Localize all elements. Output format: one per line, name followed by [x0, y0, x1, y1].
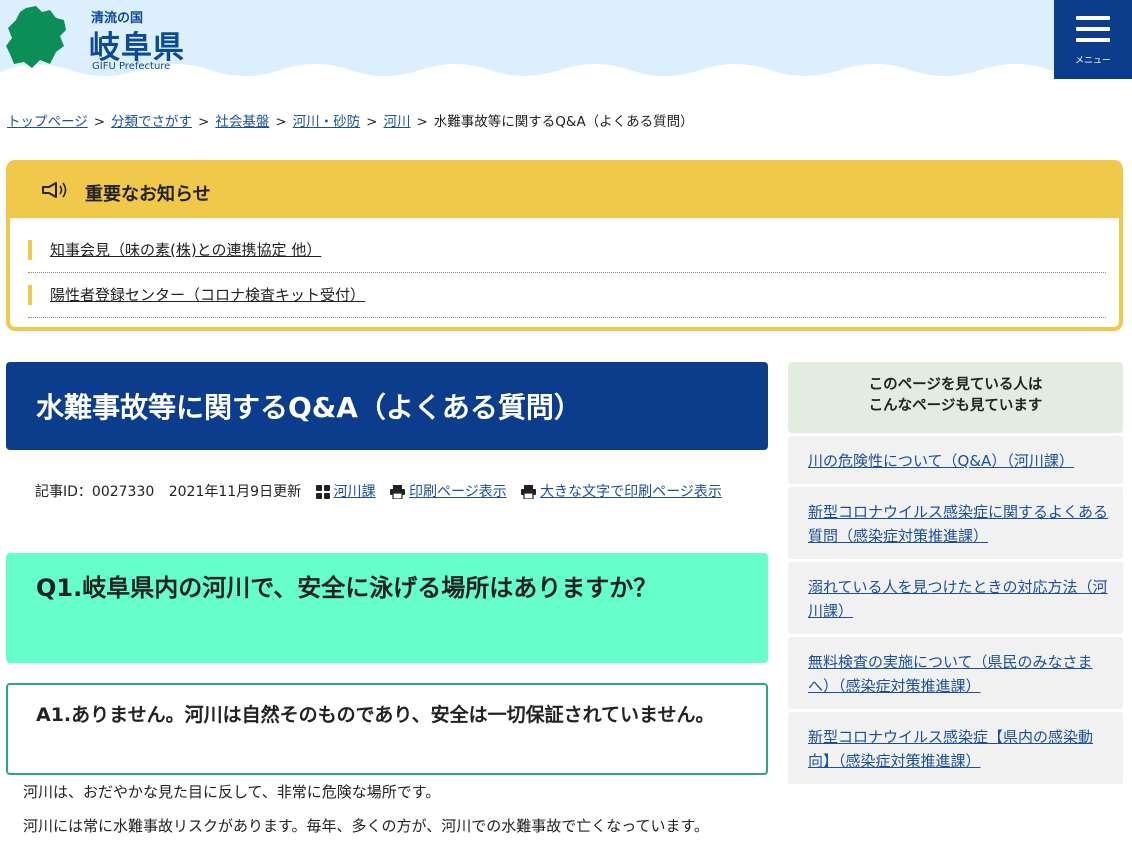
article-id: 記事ID：0027330 [35, 484, 155, 500]
hamburger-icon [1076, 16, 1110, 49]
related-pages-heading-box: このページを見ている人は こんなページも見ています [788, 362, 1123, 433]
notice-title: 重要なお知らせ [85, 184, 211, 205]
breadcrumb-separator: > [198, 114, 210, 130]
related-page-item: 無料検査の実施について（県民のみなさまへ）（感染症対策推進課） [788, 637, 1123, 709]
breadcrumb-separator: > [366, 114, 378, 130]
breadcrumb: トップページ > 分類でさがす > 社会基盤 > 河川・砂防 > 河川 > 水難事故等に関するQ&A… [7, 110, 694, 130]
section-link[interactable]: 河川課 [334, 484, 376, 500]
print-large-link-wrapper: 大きな文字で印刷ページ表示 [521, 481, 722, 501]
breadcrumb-link-river-sabo[interactable]: 河川・砂防 [293, 114, 361, 130]
page-title-banner: 水難事故等に関するQ&A（よくある質問） [6, 362, 768, 450]
notice-link[interactable]: 知事会見（味の素(株)との連携協定 他） [50, 239, 321, 260]
breadcrumb-link-category[interactable]: 分類でさがす [111, 114, 192, 130]
answer-heading-box: A1.ありません。河川は自然そのものであり、安全は一切保証されていません。 [6, 683, 768, 775]
breadcrumb-link-infrastructure[interactable]: 社会基盤 [215, 114, 269, 130]
related-page-item: 川の危険性について（Q&A）（河川課） [788, 436, 1123, 484]
related-pages-heading-line1: このページを見ている人は [868, 377, 1043, 393]
menu-button[interactable]: メニュー [1054, 0, 1132, 79]
notice-item: 知事会見（味の素(株)との連携協定 他） [28, 228, 1106, 273]
question-heading: Q1.岐阜県内の河川で、安全に泳げる場所はありますか？ [36, 574, 658, 602]
grid-icon [315, 485, 330, 499]
print-large-text-link[interactable]: 大きな文字で印刷ページ表示 [540, 484, 722, 500]
notice-item-marker [28, 240, 32, 260]
site-header: 清流の国 岐阜県 GIFU Prefecture メニュー [0, 0, 1132, 90]
related-pages-heading-line2: こんなページも見ています [868, 398, 1043, 414]
print-link-wrapper: 印刷ページ表示 [389, 481, 507, 501]
related-pages-heading: このページを見ている人は こんなページも見ています [788, 362, 1123, 417]
breadcrumb-separator: > [275, 114, 287, 130]
related-page-link[interactable]: 無料検査の実施について（県民のみなさまへ）（感染症対策推進課） [808, 650, 1108, 698]
related-page-item: 新型コロナウイルス感染症【県内の感染動向】（感染症対策推進課） [788, 712, 1123, 784]
notice-link[interactable]: 陽性者登録センター（コロナ検査キット受付） [50, 284, 365, 305]
section-link-wrapper: 河川課 [315, 481, 376, 501]
body-paragraph: 河川は、おだやかな見た目に反して、非常に危険な場所です。 [23, 783, 441, 801]
important-notice-box: 重要なお知らせ 知事会見（味の素(株)との連携協定 他） 陽性者登録センター（コ… [6, 160, 1123, 331]
notice-item: 陽性者登録センター（コロナ検査キット受付） [28, 273, 1106, 318]
related-page-link[interactable]: 新型コロナウイルス感染症【県内の感染動向】（感染症対策推進課） [808, 725, 1108, 773]
print-page-link[interactable]: 印刷ページ表示 [409, 484, 507, 500]
breadcrumb-separator: > [93, 114, 106, 130]
logo-english-name: GIFU Prefecture [92, 61, 171, 72]
notice-header: 重要なお知らせ [10, 164, 1119, 218]
related-page-item: 新型コロナウイルス感染症に関するよくある質問（感染症対策推進課） [788, 487, 1123, 559]
related-page-link[interactable]: 溺れている人を見つけたときの対応方法（河川課） [808, 575, 1108, 623]
breadcrumb-separator: > [416, 114, 428, 130]
article-updated-date: 2021年11月9日更新 [168, 484, 302, 500]
related-page-item: 溺れている人を見つけたときの対応方法（河川課） [788, 562, 1123, 634]
notice-item-marker [28, 285, 32, 305]
body-paragraph: 河川には常に水難事故リスクがあります。毎年、多くの方が、河川での水難事故で亡くな… [23, 817, 709, 835]
printer-icon [389, 485, 405, 499]
related-page-link[interactable]: 川の危険性について（Q&A）（河川課） [808, 449, 1108, 473]
breadcrumb-current: 水難事故等に関するQ&A（よくある質問） [433, 114, 694, 130]
answer-heading: A1.ありません。河川は自然そのものであり、安全は一切保証されていません。 [36, 704, 715, 726]
related-page-link[interactable]: 新型コロナウイルス感染症に関するよくある質問（感染症対策推進課） [808, 500, 1108, 548]
gifu-prefecture-shape-icon [6, 6, 66, 68]
menu-label: メニュー [1074, 55, 1111, 65]
article-meta: 記事ID：0027330 2021年11月9日更新 河川課 印刷ページ表示 大き… [35, 481, 722, 501]
printer-icon [521, 485, 537, 499]
page-title: 水難事故等に関するQ&A（よくある質問） [36, 391, 582, 424]
question-heading-box: Q1.岐阜県内の河川で、安全に泳げる場所はありますか？ [6, 553, 768, 663]
breadcrumb-link-top[interactable]: トップページ [7, 114, 88, 130]
megaphone-icon [42, 182, 67, 198]
breadcrumb-link-river[interactable]: 河川 [383, 114, 410, 130]
